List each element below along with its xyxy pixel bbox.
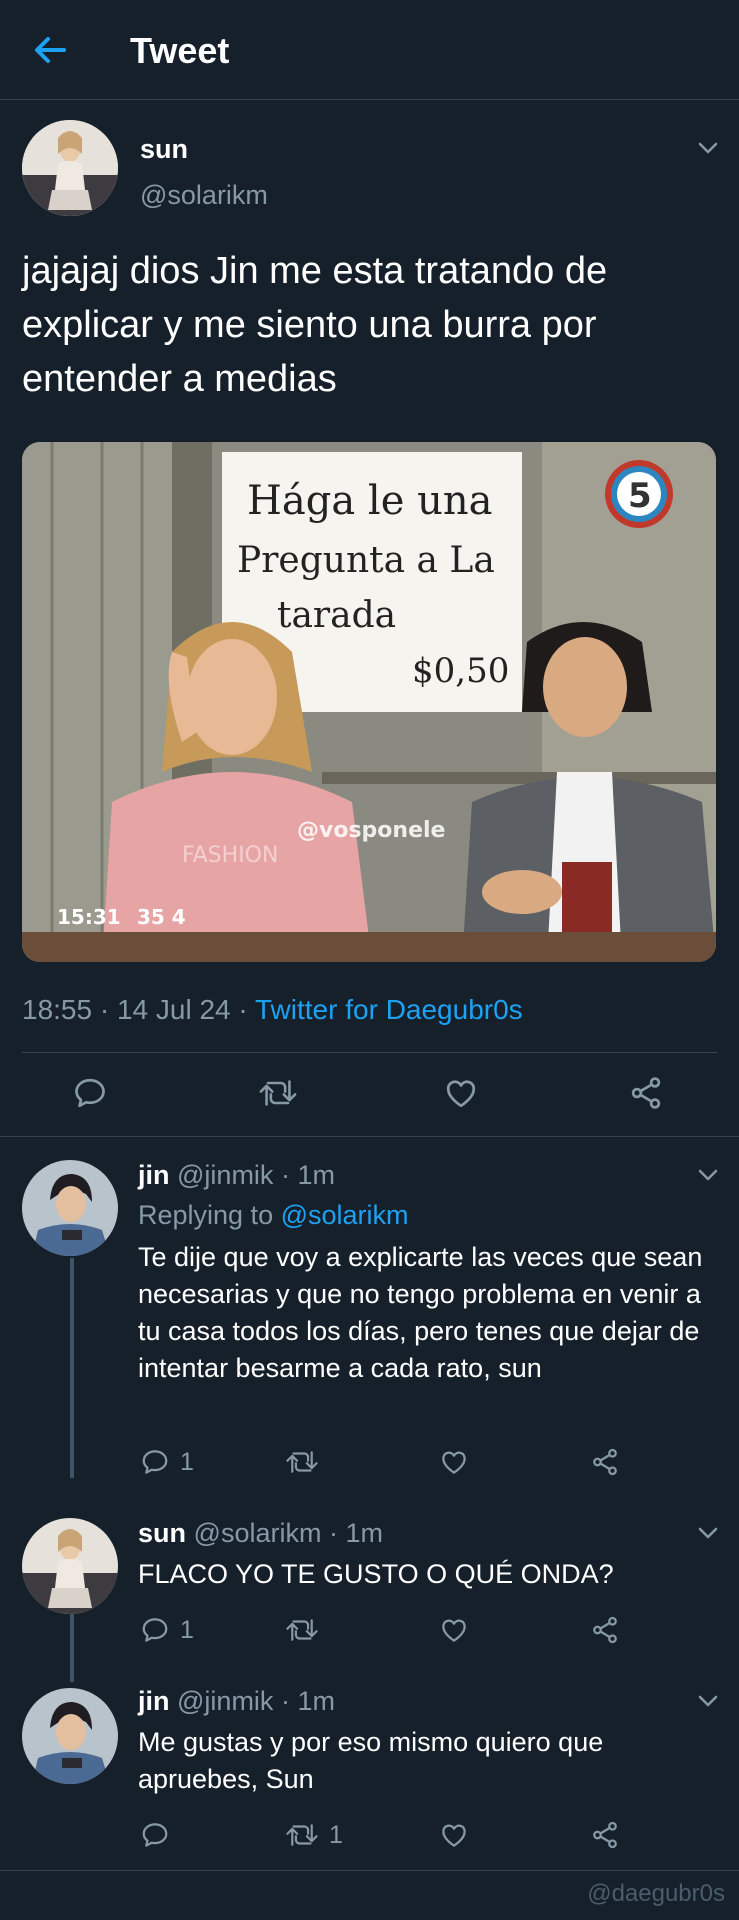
sign-text-2: Pregunta a La [237, 540, 495, 581]
reply-time: 1m [345, 1518, 383, 1548]
channel-logo-text: 5 [628, 476, 652, 516]
reply-button[interactable]: 1 [140, 1442, 194, 1482]
retweet-icon [286, 1619, 318, 1641]
reply-button[interactable] [72, 1073, 108, 1113]
reply-text: Me gustas y por eso mismo quiero que apr… [138, 1727, 604, 1794]
avatar-jin[interactable] [22, 1160, 118, 1256]
chevron-down-icon[interactable] [696, 1521, 720, 1545]
reply-author-handle[interactable]: @jinmik [177, 1686, 273, 1716]
page-title: Tweet [130, 30, 230, 71]
tweet-source-link[interactable]: Twitter for Daegubr0s [255, 994, 523, 1025]
author-name[interactable]: sun [140, 134, 188, 165]
like-button[interactable] [438, 1815, 470, 1855]
tweet-media-image[interactable]: Hága le una Pregunta a La tarada $0,50 5… [22, 442, 716, 962]
share-button[interactable] [590, 1815, 620, 1855]
divider [22, 1052, 717, 1053]
reply-header: sun @solarikm · 1m [138, 1518, 383, 1548]
reply-author-name[interactable]: jin [138, 1160, 170, 1190]
media-watermark: @vosponele [297, 818, 445, 843]
retweet-count: 1 [329, 1820, 343, 1849]
heart-icon [442, 1451, 466, 1474]
page-watermark: @daegubr0s [587, 1880, 725, 1907]
share-icon [593, 1448, 617, 1476]
reply-time: 1m [297, 1686, 335, 1716]
divider [0, 1136, 739, 1137]
retweet-button[interactable] [285, 1610, 319, 1650]
reply-icon [142, 1618, 168, 1642]
like-button[interactable] [442, 1073, 480, 1113]
thread-connector [70, 1258, 74, 1478]
retweet-button[interactable]: 1 [285, 1815, 343, 1855]
retweet-button[interactable] [258, 1073, 298, 1113]
avatar-sun[interactable] [22, 1518, 118, 1614]
divider [0, 1870, 739, 1871]
jacket-text: FASHION [182, 843, 278, 868]
chevron-down-icon[interactable] [696, 1689, 720, 1713]
share-button[interactable] [590, 1442, 620, 1482]
replying-to: Replying to @solarikm [138, 1200, 409, 1230]
reply-button[interactable]: 1 [140, 1610, 194, 1650]
reply-button[interactable] [140, 1815, 170, 1855]
reply-author-name[interactable]: sun [138, 1518, 186, 1548]
retweet-button[interactable] [285, 1442, 319, 1482]
chevron-down-icon[interactable] [696, 136, 720, 160]
reply-text: Te dije que voy a explicarte las veces q… [138, 1242, 703, 1383]
reply-author-handle[interactable]: @jinmik [177, 1160, 273, 1190]
heart-icon [442, 1619, 466, 1642]
retweet-icon [259, 1080, 297, 1106]
reply-count: 1 [180, 1447, 194, 1476]
reply-header: jin @jinmik · 1m [138, 1686, 335, 1716]
reply-icon [142, 1823, 168, 1847]
reply-count: 1 [180, 1615, 194, 1644]
media-timestamp: 15:31 [57, 905, 121, 929]
reply-header: jin @jinmik · 1m [138, 1160, 335, 1190]
replying-to-link[interactable]: @solarikm [281, 1200, 409, 1230]
heart-icon [442, 1824, 466, 1847]
share-button[interactable] [628, 1073, 664, 1113]
tweet-meta: 18:55 · 14 Jul 24 · Twitter for Daegubr0… [22, 994, 523, 1025]
avatar-sun[interactable] [22, 120, 118, 216]
share-icon [593, 1821, 617, 1849]
retweet-icon [286, 1451, 318, 1473]
reply-author-name[interactable]: jin [138, 1686, 170, 1716]
like-button[interactable] [438, 1442, 470, 1482]
heart-icon [446, 1080, 476, 1108]
reply-author-handle[interactable]: @solarikm [194, 1518, 322, 1548]
tweet-time: 18:55 [22, 994, 93, 1025]
back-arrow-icon[interactable] [30, 30, 70, 70]
tweet-date: 14 Jul 24 [116, 994, 231, 1025]
reply-time: 1m [297, 1160, 335, 1190]
author-handle[interactable]: @solarikm [140, 180, 268, 211]
reply-text: FLACO YO TE GUSTO O QUÉ ONDA? [138, 1559, 614, 1589]
share-button[interactable] [590, 1610, 620, 1650]
avatar-jin[interactable] [22, 1688, 118, 1784]
share-icon [593, 1616, 617, 1644]
reply-icon [142, 1450, 168, 1474]
chevron-down-icon[interactable] [696, 1163, 720, 1187]
thread-connector [70, 1612, 74, 1682]
sign-price: $0,50 [412, 651, 509, 691]
header-bar: Tweet [0, 0, 739, 100]
sign-text-1: Hága le una [247, 478, 492, 524]
reply-icon [75, 1078, 105, 1108]
sign-text-3: tarada [277, 595, 396, 636]
retweet-icon [286, 1824, 318, 1846]
share-icon [631, 1077, 661, 1109]
media-timestamp-2: 35 4 [137, 905, 186, 929]
tweet-text: jajajaj dios Jin me esta tratando de exp… [22, 250, 608, 400]
like-button[interactable] [438, 1610, 470, 1650]
